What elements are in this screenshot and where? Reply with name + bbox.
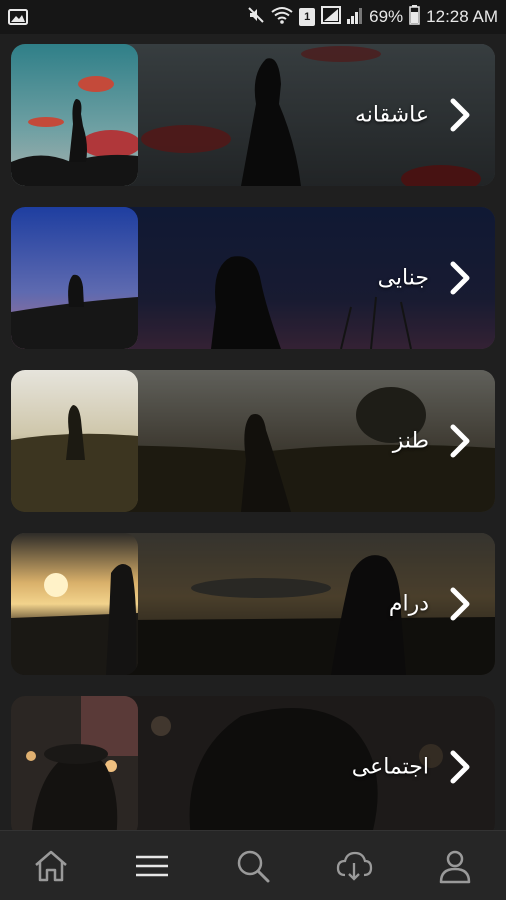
signal-bars-icon xyxy=(347,6,363,29)
clock: 12:28 AM xyxy=(426,7,498,26)
genre-title: جنایی xyxy=(377,265,429,291)
genre-card-comedy[interactable]: طنز xyxy=(11,370,495,512)
wifi-icon xyxy=(271,6,293,29)
genre-card-romantic[interactable]: عاشقانه xyxy=(11,44,495,186)
cloud-download-icon xyxy=(337,851,373,881)
status-bar: 1 69% 12:28 AM xyxy=(0,0,506,34)
nav-menu[interactable] xyxy=(122,836,182,896)
genre-card-drama[interactable]: درام xyxy=(11,533,495,675)
genre-title: عاشقانه xyxy=(354,102,429,128)
genre-list: عاشقانه جنایی طنز درام اجتماعی xyxy=(0,34,506,830)
battery-percent: 69% xyxy=(369,7,404,26)
nav-search[interactable] xyxy=(223,836,283,896)
genre-title: اجتماعی xyxy=(351,754,429,780)
genre-title: طنز xyxy=(392,428,429,454)
genre-thumbnail xyxy=(11,696,138,830)
battery-icon xyxy=(409,4,420,30)
nav-download[interactable] xyxy=(324,836,384,896)
home-icon xyxy=(34,850,67,881)
mute-icon xyxy=(247,6,265,29)
chevron-right-icon xyxy=(450,587,470,621)
profile-icon xyxy=(440,850,471,883)
genre-thumbnail xyxy=(11,370,138,512)
genre-thumbnail xyxy=(11,44,138,186)
search-icon xyxy=(237,850,270,882)
gallery-notification-icon xyxy=(8,9,28,25)
chevron-right-icon xyxy=(450,424,470,458)
menu-icon xyxy=(135,855,168,876)
genre-title: درام xyxy=(388,591,429,617)
chevron-right-icon xyxy=(450,750,470,784)
bottom-navigation xyxy=(0,830,506,900)
chevron-right-icon xyxy=(450,261,470,295)
genre-card-crime[interactable]: جنایی xyxy=(11,207,495,349)
sim-badge: 1 xyxy=(299,8,316,26)
genre-thumbnail xyxy=(11,207,138,349)
nav-home[interactable] xyxy=(21,836,81,896)
nav-profile[interactable] xyxy=(425,836,485,896)
signal-icon xyxy=(321,5,342,29)
genre-card-social[interactable]: اجتماعی xyxy=(11,696,495,830)
chevron-right-icon xyxy=(450,98,470,132)
genre-thumbnail xyxy=(11,533,138,675)
